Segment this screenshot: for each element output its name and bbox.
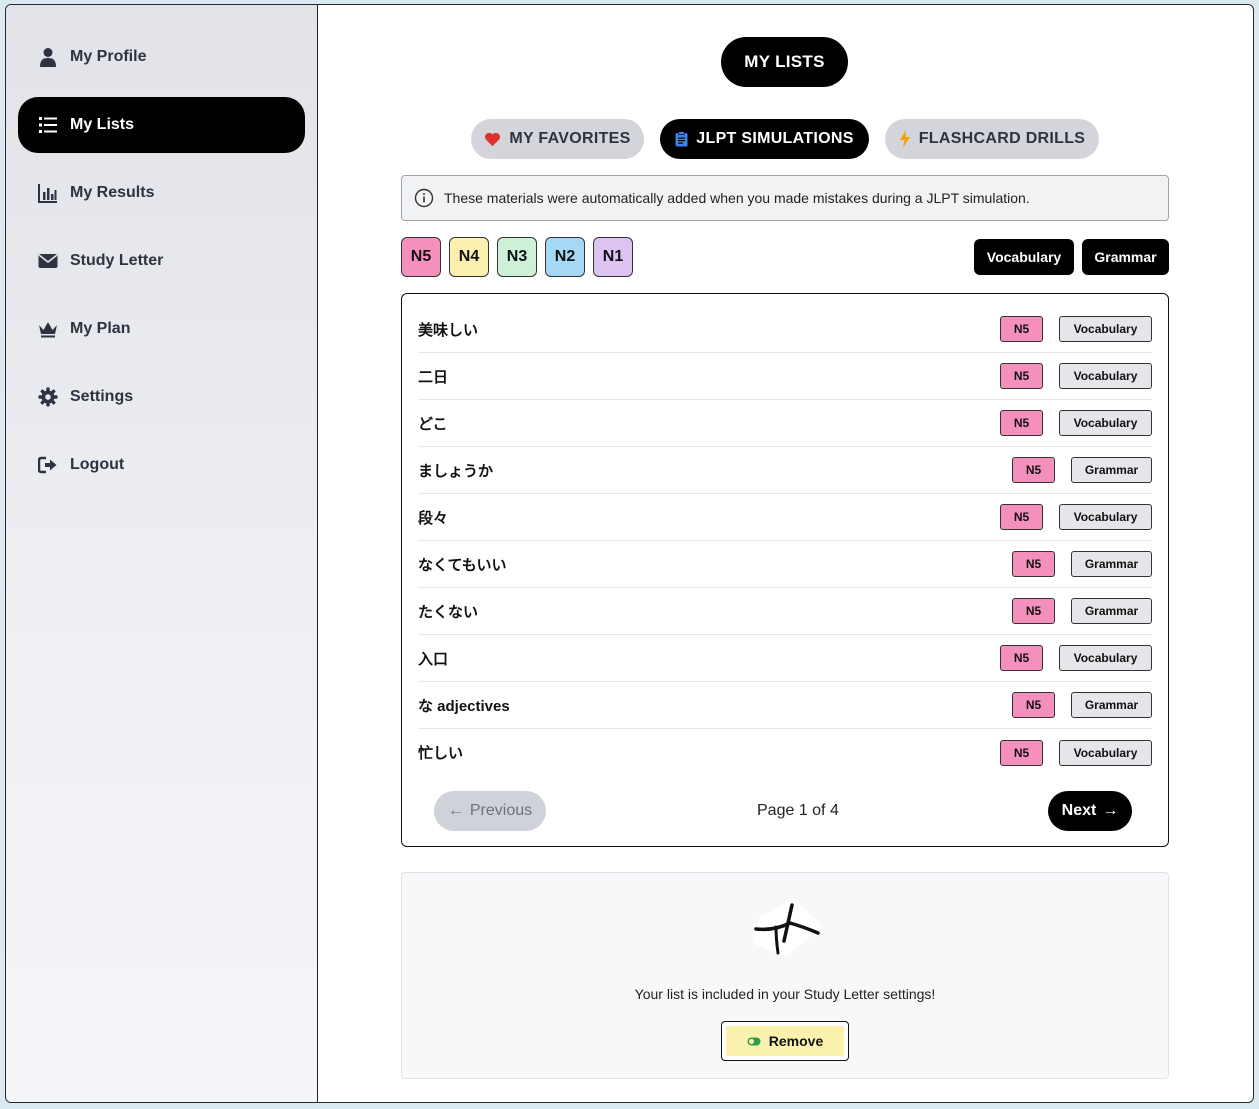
type-badge: Grammar [1071,692,1152,718]
tab-my-favorites[interactable]: MY FAVORITES [471,119,644,159]
list-item[interactable]: たくない N5 Grammar [418,588,1152,635]
sidebar-item-my-results[interactable]: My Results [18,165,305,221]
sidebar-item-label: Logout [70,456,125,473]
page-title: MY LISTS [721,37,848,87]
next-label: Next [1061,802,1097,819]
item-word: 段々 [418,509,449,527]
item-word: 忙しい [418,745,464,762]
info-banner: These materials were automatically added… [401,175,1169,221]
filter-grammar-button[interactable]: Grammar [1082,239,1169,275]
sidebar-item-study-letter[interactable]: Study Letter [18,233,305,289]
filter-level-n1[interactable]: N1 [593,237,633,277]
list-item[interactable]: 美味しい N5 Vocabulary [418,306,1152,353]
sidebar-item-label: Study Letter [70,252,164,269]
list-item[interactable]: 二日 N5 Vocabulary [418,353,1152,400]
tab-label: JLPT SIMULATIONS [696,130,854,147]
type-badge: Vocabulary [1059,410,1152,436]
list-item[interactable]: 忙しい N5 Vocabulary [418,729,1152,776]
remove-label: Remove [768,1033,824,1049]
remove-button[interactable]: Remove [721,1021,849,1061]
filter-level-n3[interactable]: N3 [497,237,537,277]
level-badge: N5 [1000,316,1043,342]
sidebar-item-logout[interactable]: Logout [18,437,305,493]
list-item[interactable]: 入口 N5 Vocabulary [418,635,1152,682]
envelope-icon [38,251,58,271]
type-badge: Grammar [1071,457,1152,483]
tab-flashcard-drills[interactable]: FLASHCARD DRILLS [885,119,1099,159]
logout-icon [38,455,58,475]
list-item[interactable]: 段々 N5 Vocabulary [418,494,1152,541]
study-letter-message: Your list is included in your Study Lett… [634,986,936,1002]
sidebar-item-my-lists[interactable]: My Lists [18,97,305,153]
item-word: ましょうか [418,462,494,480]
type-badge: Vocabulary [1059,316,1152,342]
info-text: These materials were automatically added… [444,190,1030,206]
app-window: My Profile My Lists My Results Study Let… [5,4,1254,1103]
toggle-icon [747,1037,761,1045]
gear-icon [38,387,58,407]
item-word: 美味しい [418,321,479,339]
tab-label: FLASHCARD DRILLS [918,130,1086,147]
level-badge: N5 [1012,457,1055,483]
sidebar: My Profile My Lists My Results Study Let… [6,5,318,1102]
level-badge: N5 [1012,692,1055,718]
sidebar-item-label: My Lists [70,116,135,133]
crown-icon [38,319,58,339]
list-icon [38,115,58,135]
bar-chart-icon [38,183,58,203]
item-word: どこ [418,415,448,433]
level-badge: N5 [1000,739,1043,766]
list-item[interactable]: どこ N5 Vocabulary [418,400,1152,447]
sidebar-item-my-plan[interactable]: My Plan [18,301,305,357]
sidebar-item-my-profile[interactable]: My Profile [18,29,305,85]
list-item[interactable]: な adjectives N5 Grammar [418,682,1152,729]
clipboard-icon [675,131,688,147]
type-badge: Grammar [1071,598,1152,624]
list-item[interactable]: なくてもいい N5 Grammar [418,541,1152,588]
filter-vocabulary-button[interactable]: Vocabulary [974,239,1074,275]
item-word: な adjectives [418,697,510,715]
sidebar-item-label: Settings [70,388,134,405]
sidebar-item-label: My Profile [70,48,147,65]
tab-label: MY FAVORITES [509,130,631,147]
arrow-left-icon: ← [447,802,464,819]
item-word: たくない [418,603,479,621]
type-badge: Vocabulary [1059,363,1152,389]
type-badge: Vocabulary [1059,739,1152,766]
heart-icon [485,132,501,146]
next-page-button[interactable]: Next → [1048,791,1132,831]
tab-jlpt-simulations[interactable]: JLPT SIMULATIONS [660,119,869,159]
main-content: MY LISTS MY FAVORITES JLPT SIMULATIONS F… [318,5,1253,1102]
previous-page-button[interactable]: ← Previous [434,791,546,831]
filter-level-n4[interactable]: N4 [449,237,489,277]
level-badge: N5 [1012,598,1055,624]
type-badge: Vocabulary [1059,504,1152,530]
page-indicator: Page 1 of 4 [757,802,839,819]
sidebar-item-label: My Plan [70,320,131,337]
user-icon [38,47,58,67]
study-letter-logo-icon [752,899,822,957]
filter-level-n5[interactable]: N5 [401,237,441,277]
study-letter-card: Your list is included in your Study Lett… [401,872,1169,1079]
level-badge: N5 [1000,363,1043,389]
previous-label: Previous [469,802,533,819]
filter-level-n2[interactable]: N2 [545,237,585,277]
level-badge: N5 [1000,410,1043,436]
item-word: 入口 [418,650,449,668]
type-badge: Grammar [1071,551,1152,577]
info-icon [414,188,434,208]
item-word: なくてもいい [418,556,507,574]
sidebar-item-settings[interactable]: Settings [18,369,305,425]
sidebar-item-label: My Results [70,184,155,201]
lightning-icon [899,130,910,148]
item-word: 二日 [418,368,449,386]
word-list: 美味しい N5 Vocabulary 二日 N5 Vocabulary どこ N… [401,293,1169,847]
level-badge: N5 [1000,504,1043,530]
level-badge: N5 [1000,645,1043,671]
type-badge: Vocabulary [1059,645,1152,671]
level-badge: N5 [1012,551,1055,577]
arrow-right-icon: → [1102,802,1119,819]
list-item[interactable]: ましょうか N5 Grammar [418,447,1152,494]
